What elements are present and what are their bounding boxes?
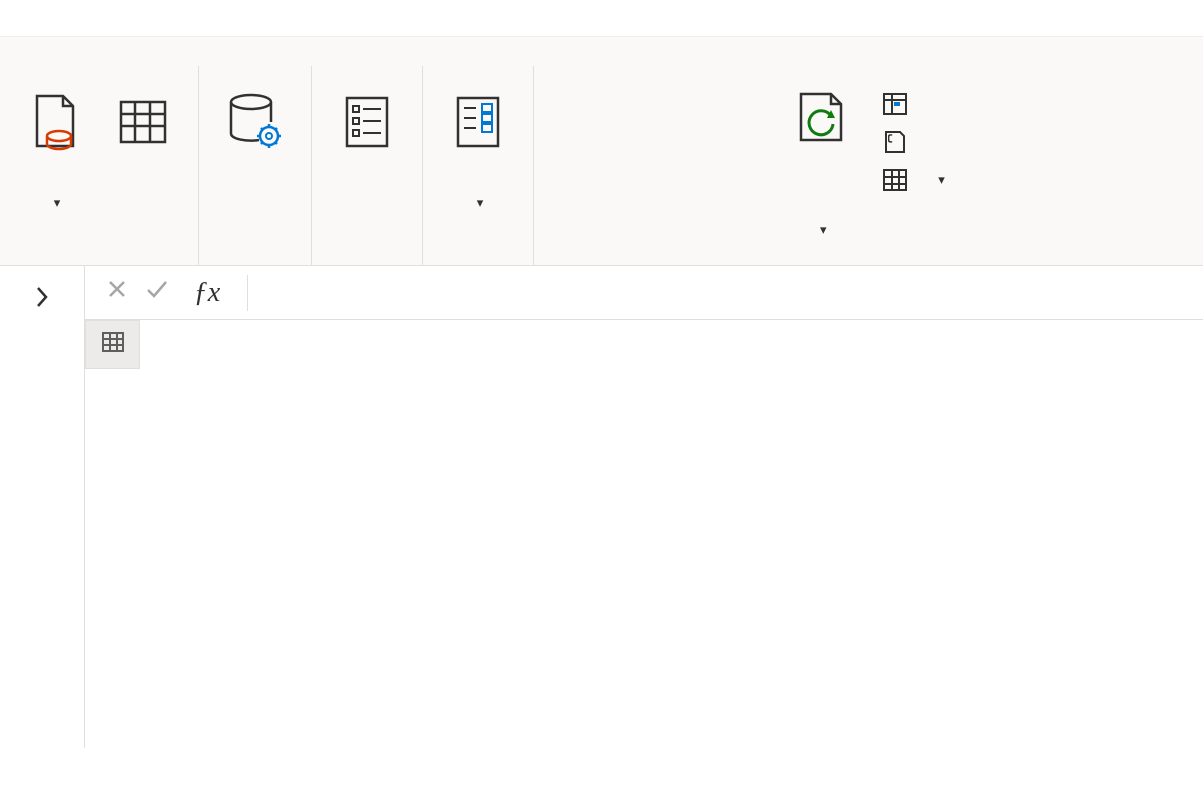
chevron-down-icon: ▾ [820, 222, 827, 237]
refresh-button[interactable]: ▾ [786, 84, 856, 245]
manage-button[interactable]: ▾ [874, 164, 951, 196]
options-button[interactable] [332, 84, 402, 166]
advanced-editor-button[interactable] [874, 126, 951, 158]
chevron-down-icon: ▾ [938, 172, 945, 188]
parameters-icon [452, 88, 504, 156]
table-icon [115, 88, 171, 156]
editor-content: ƒx [84, 266, 1203, 748]
fx-icon: ƒx [177, 277, 237, 309]
ribbon-group-options [312, 66, 423, 265]
manage-parameters-label: ▾ [473, 162, 484, 215]
refresh-label: ▾ [816, 162, 827, 241]
manage-parameters-button[interactable]: ▾ [443, 84, 513, 219]
formula-bar: ƒx [85, 266, 1203, 320]
advanced-editor-icon [880, 130, 910, 154]
ribbon-group-query: ▾ [534, 66, 1203, 265]
manage-connections-button[interactable] [219, 84, 291, 166]
get-data-button[interactable]: ▾ [20, 84, 90, 219]
formula-cancel-button[interactable] [97, 278, 137, 307]
manage-icon [880, 168, 910, 192]
formula-commit-button[interactable] [137, 278, 177, 307]
ribbon-group-parameters: ▾ [423, 66, 534, 265]
chevron-down-icon: ▾ [477, 195, 484, 210]
get-data-label: ▾ [50, 162, 61, 215]
app-title [0, 0, 1203, 36]
properties-icon [880, 92, 910, 116]
row-header-corner[interactable] [86, 321, 140, 369]
expand-queries-button[interactable] [27, 278, 57, 322]
ribbon: ▾ [0, 66, 1203, 266]
refresh-icon [791, 88, 851, 156]
database-gear-icon [223, 88, 287, 156]
ribbon-group-data-sources [199, 66, 312, 265]
ribbon-group-new-query: ▾ [0, 66, 199, 265]
formula-input[interactable] [258, 266, 1203, 319]
divider [247, 275, 248, 311]
enter-data-button[interactable] [108, 84, 178, 166]
options-list-icon [341, 88, 393, 156]
properties-button[interactable] [874, 88, 951, 120]
queries-pane-collapsed [0, 266, 84, 748]
chevron-down-icon: ▾ [54, 195, 61, 210]
page-data-source-icon [31, 88, 79, 156]
tab-strip [0, 36, 1203, 66]
data-grid [85, 320, 1203, 369]
